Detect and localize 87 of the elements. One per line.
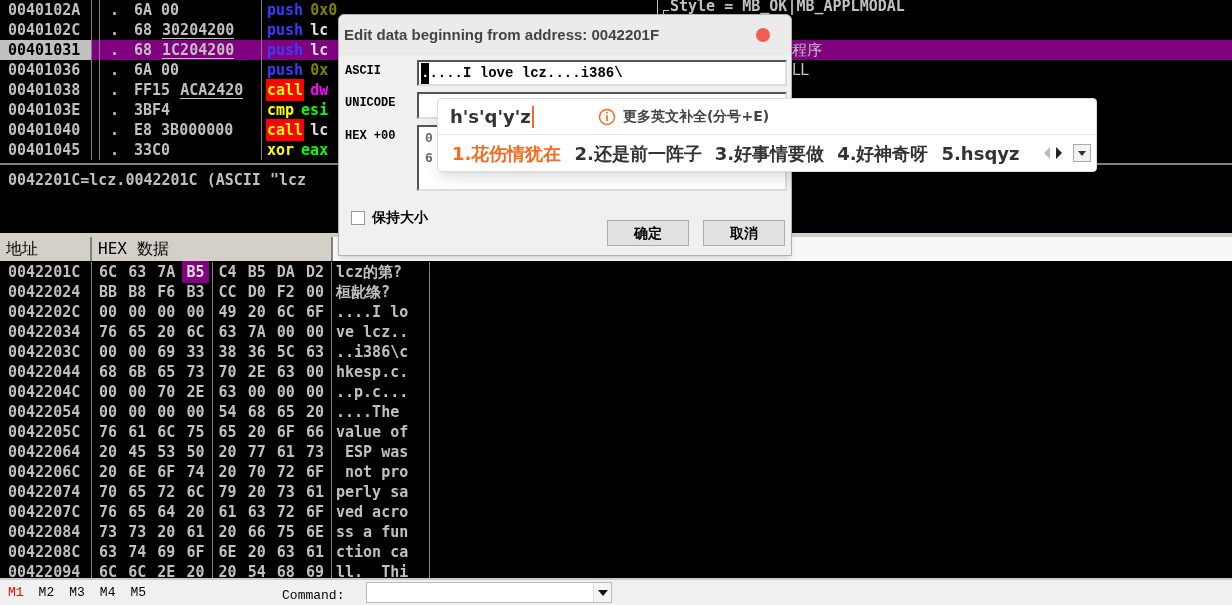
address-cell-text: 00422074 (8, 481, 81, 503)
hex-cell-text: E8 3B000000 (134, 119, 234, 141)
command-label: Command: (282, 586, 345, 605)
ascii-cell-text: perly sa (336, 481, 409, 503)
address-cell-text: 00401031 (8, 39, 81, 61)
address-cell-text: 00422044 (8, 361, 81, 383)
ascii-cell-text: ction ca (336, 541, 409, 563)
address-cell-text: 0042206C (8, 461, 81, 483)
hex-cell-text: 68 (134, 19, 153, 41)
dot-cell-text: . (109, 119, 121, 141)
ascii-cell-text: ved acro (336, 501, 409, 523)
ascii-cell-text: ll. Thi (336, 561, 409, 578)
fixup-cell: ACA2420 (180, 81, 244, 99)
mnemonic: push (266, 39, 305, 61)
dot-cell-text: . (109, 79, 121, 101)
address-cell-text: 00401040 (8, 119, 81, 141)
comment: LL (792, 59, 809, 81)
address-cell-text: 0042202C (8, 301, 81, 323)
address-cell-text: 0040103E (8, 99, 81, 121)
address-cell-text: 00401045 (8, 139, 81, 161)
hex-cell-text: 6A 00 (134, 59, 180, 81)
address-cell-text: 0042201C (8, 261, 81, 283)
mnemonic: cmp (266, 99, 296, 121)
mnemonic: push (266, 0, 305, 21)
address-cell-text: 0040102C (8, 19, 81, 41)
dot-cell-text: . (109, 19, 121, 41)
checkbox-label: 保持大小 (372, 208, 428, 227)
hex-cell-text: 68 (134, 39, 153, 61)
address-cell-text: 00422024 (8, 281, 81, 303)
ascii-cell-text: ....The (336, 401, 400, 423)
operand: eax (301, 139, 329, 161)
address-cell-text: 00422034 (8, 321, 81, 343)
operand: 0x0 (310, 0, 338, 21)
operand: dw (310, 79, 329, 101)
mnemonic: push (266, 19, 305, 41)
hex-cell-text: 6A 00 (134, 0, 180, 21)
ascii-cell-text: ve lcz.. (336, 321, 409, 343)
fixup-cell: 1C204200 (162, 41, 235, 59)
hex-cell-text: 33C0 (134, 139, 171, 161)
address-cell-text: 00401036 (8, 59, 81, 81)
window-title: Edit data beginning from address: 0042201F (344, 24, 660, 45)
hex-cell-text: 3BF4 (134, 99, 171, 121)
ascii-cell-text: hkesp.c. (336, 361, 409, 383)
address-cell-text: 0042208C (8, 541, 81, 563)
field-label: HEX +00 (344, 128, 397, 145)
operand: esi (301, 99, 329, 121)
dot-cell-text: . (109, 99, 121, 121)
ascii-cell-text: lcz的第? (336, 261, 403, 283)
comment: 程序 (792, 39, 822, 61)
address-cell-text: 0042205C (8, 421, 81, 443)
address-cell-text: 00422094 (8, 561, 81, 578)
address-cell-text: 0042203C (8, 341, 81, 363)
operand: lc (310, 19, 329, 41)
hex-cell-text: FF15 (134, 79, 171, 101)
ascii-cell-text: ss a fun (336, 521, 409, 543)
operand: lc (310, 39, 329, 61)
ascii-cell-text: ESP was (344, 441, 409, 463)
operand: 0x (310, 59, 329, 81)
hint-text: 更多英文补全(分号+E) (623, 107, 770, 126)
ascii-cell-text: ..i386\c (336, 341, 409, 363)
ascii-cell-text: not pro (344, 461, 409, 483)
address-cell-text: 0042207C (8, 501, 81, 523)
mnemonic: push (266, 59, 305, 81)
dot-cell-text: . (109, 0, 121, 21)
info-text: 0042201C=lcz.0042201C (ASCII "lcz (8, 171, 306, 189)
mnemonic: xor (266, 139, 296, 161)
ascii-cell-text: 桓龀绦? (336, 281, 391, 303)
field-label: UNICODE (344, 95, 397, 112)
composition-text: h's'q'y'z (450, 103, 598, 130)
ascii-cell-text: ....I lo (336, 301, 409, 323)
address-cell-text: 00422084 (8, 521, 81, 543)
comment: Style = MB_OK|MB_APPLMODAL (670, 0, 905, 13)
address-cell-text: 00422054 (8, 401, 81, 423)
address-cell-text: 00422064 (8, 441, 81, 463)
mnemonic: call (266, 118, 305, 142)
operand: lc (310, 119, 329, 141)
ascii-cell-text: ..p.c... (336, 381, 409, 403)
dot-cell-text: . (109, 39, 121, 61)
fixup-cell: 30204200 (162, 21, 235, 39)
address-cell-text: 0042204C (8, 381, 81, 403)
dot-cell-text: . (109, 59, 121, 81)
mnemonic: call (266, 78, 305, 102)
dot-cell-text: . (109, 139, 121, 161)
ascii-cell-text: value of (336, 421, 409, 443)
field-label: ASCII (344, 63, 382, 80)
address-cell-text: 0040102A (8, 0, 81, 21)
address-cell-text: 00401038 (8, 79, 81, 101)
